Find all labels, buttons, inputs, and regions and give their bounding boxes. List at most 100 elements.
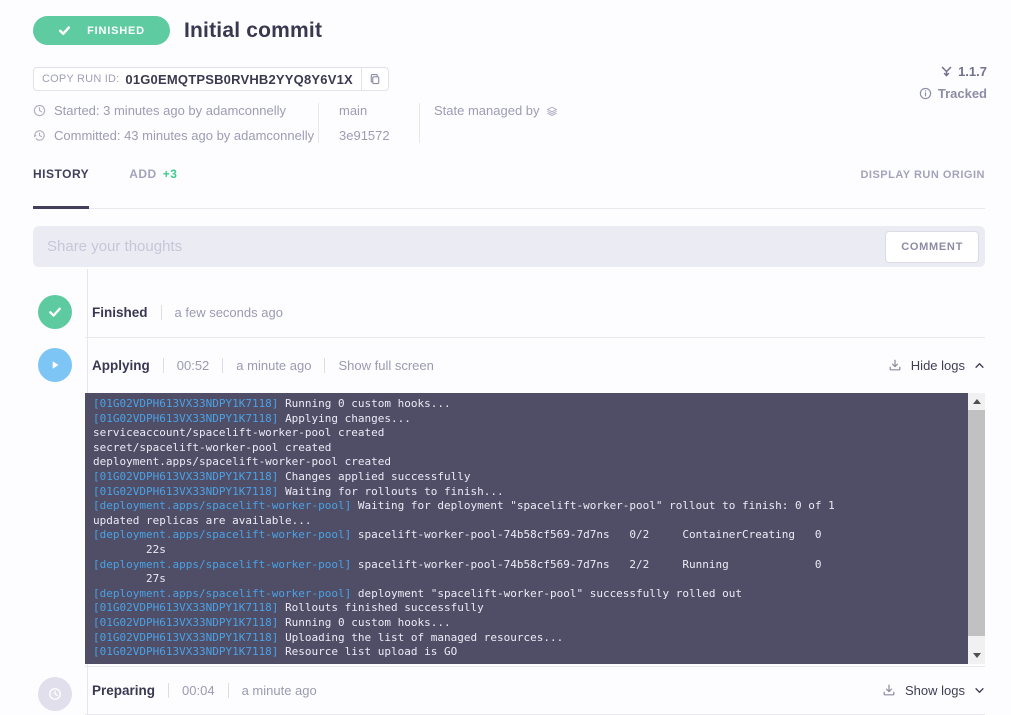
header: FINISHED Initial commit: [33, 16, 985, 45]
chevron-down-icon: [974, 685, 985, 696]
log-line: [01G02VDPH613VX33NDPY1K7118] Waiting for…: [93, 485, 968, 500]
log-line: [01G02VDPH613VX33NDPY1K7118] Resource li…: [93, 645, 968, 660]
log-line-prefix: [01G02VDPH613VX33NDPY1K7118]: [93, 485, 285, 498]
version-label: 1.1.7: [958, 64, 987, 79]
started-meta: Started: 3 minutes ago by adamconnelly: [33, 103, 318, 118]
tab-add-label: ADD: [129, 167, 157, 208]
log-line-prefix: [01G02VDPH613VX33NDPY1K7118]: [93, 412, 285, 425]
chevron-up-icon: [974, 360, 985, 371]
log-line: secret/spacelift-worker-pool created: [93, 441, 968, 456]
status-badge: FINISHED: [33, 16, 170, 45]
download-logs-icon: [888, 358, 902, 372]
preparing-time-ago: a minute ago: [242, 683, 317, 698]
version-info: 1.1.7: [940, 64, 987, 79]
log-line-prefix: [deployment.apps/spacelift-worker-pool]: [93, 587, 358, 600]
log-line: [01G02VDPH613VX33NDPY1K7118] Uploading t…: [93, 631, 968, 646]
comment-input[interactable]: [47, 238, 875, 255]
copy-icon: [369, 73, 381, 85]
log-line: [deployment.apps/spacelift-worker-pool] …: [93, 499, 968, 528]
log-line-text: deployment "spacelift-worker-pool" succe…: [358, 587, 742, 600]
log-line-text: Running 0 custom hooks...: [285, 397, 451, 410]
applying-label: Applying: [92, 358, 150, 373]
check-icon: [58, 24, 71, 37]
timeline-entry-finished: Finished a few seconds ago: [33, 267, 985, 329]
timeline-entry-applying: Applying 00:52 a minute ago Show full sc…: [33, 337, 985, 666]
log-line: [01G02VDPH613VX33NDPY1K7118] Rollouts fi…: [93, 601, 968, 616]
header-right: 1.1.7 Tracked: [919, 64, 987, 101]
finished-time-ago: a few seconds ago: [175, 305, 283, 320]
tab-history[interactable]: HISTORY: [33, 167, 89, 208]
log-lines[interactable]: [01G02VDPH613VX33NDPY1K7118] Running 0 c…: [85, 393, 968, 664]
applying-time-ago: a minute ago: [236, 358, 311, 373]
run-page: FINISHED Initial commit 1.1.7 Tracked CO…: [0, 0, 1011, 715]
version-branch-icon: [940, 65, 953, 78]
log-line: serviceaccount/spacelift-worker-pool cre…: [93, 426, 968, 441]
log-line-prefix: [deployment.apps/spacelift-worker-pool]: [93, 558, 358, 571]
log-line-text: Applying changes...: [285, 412, 411, 425]
log-line-prefix: [01G02VDPH613VX33NDPY1K7118]: [93, 397, 285, 410]
log-viewer: [01G02VDPH613VX33NDPY1K7118] Running 0 c…: [85, 393, 985, 664]
info-icon: [919, 87, 932, 100]
tab-add[interactable]: ADD +3: [129, 167, 177, 208]
preparing-status-icon: [38, 677, 72, 711]
display-run-origin-button[interactable]: DISPLAY RUN ORIGIN: [860, 167, 985, 181]
applying-status-icon[interactable]: [38, 348, 72, 382]
finished-status-icon: [38, 295, 72, 329]
hide-logs-button[interactable]: Hide logs: [888, 358, 985, 373]
log-line-prefix: [01G02VDPH613VX33NDPY1K7118]: [93, 616, 285, 629]
log-line-prefix: [deployment.apps/spacelift-worker-pool]: [93, 499, 358, 512]
show-full-screen-link[interactable]: Show full screen: [338, 358, 433, 373]
hide-logs-label: Hide logs: [911, 358, 965, 373]
log-line-text: Waiting for rollouts to finish...: [285, 485, 504, 498]
started-label: Started: 3 minutes ago by adamconnelly: [54, 103, 286, 118]
tracked-info: Tracked: [919, 86, 987, 101]
preparing-duration: 00:04: [182, 683, 215, 698]
show-logs-button[interactable]: Show logs: [882, 683, 985, 698]
log-line-prefix: [01G02VDPH613VX33NDPY1K7118]: [93, 631, 285, 644]
finished-label: Finished: [92, 305, 148, 320]
scrollbar-track[interactable]: [968, 410, 985, 647]
committed-meta: Committed: 43 minutes ago by adamconnell…: [33, 128, 318, 143]
log-line-prefix: [deployment.apps/spacelift-worker-pool]: [93, 528, 358, 541]
log-line-text: Changes applied successfully: [285, 470, 470, 483]
log-line: [01G02VDPH613VX33NDPY1K7118] Changes app…: [93, 470, 968, 485]
scrollbar-down-arrow[interactable]: [968, 647, 985, 664]
log-line: [01G02VDPH613VX33NDPY1K7118] Running 0 c…: [93, 397, 968, 412]
commit-sha: 3e91572: [339, 128, 399, 143]
spacelift-state-icon: [546, 105, 558, 117]
log-line-text: deployment.apps/spacelift-worker-pool cr…: [93, 455, 391, 468]
run-id-label: COPY RUN ID:: [42, 73, 119, 85]
copy-run-id-button[interactable]: [361, 68, 388, 90]
tabs: HISTORY ADD +3 DISPLAY RUN ORIGIN: [33, 167, 985, 209]
preparing-label: Preparing: [92, 683, 155, 698]
applying-duration: 00:52: [177, 358, 210, 373]
history-clock-icon: [33, 129, 46, 142]
comment-button[interactable]: COMMENT: [885, 231, 979, 263]
log-line-prefix: [01G02VDPH613VX33NDPY1K7118]: [93, 601, 285, 614]
meta-state: State managed by: [420, 103, 558, 143]
log-line-text: secret/spacelift-worker-pool created: [93, 441, 331, 454]
run-id-box: COPY RUN ID: 01G0EMQTPSB0RVHB2YYQ8Y6V1X: [33, 67, 389, 91]
log-line: [deployment.apps/spacelift-worker-pool] …: [93, 558, 968, 587]
scrollbar-up-arrow[interactable]: [968, 393, 985, 410]
run-id-row: COPY RUN ID: 01G0EMQTPSB0RVHB2YYQ8Y6V1X: [33, 67, 985, 91]
log-line: [01G02VDPH613VX33NDPY1K7118] Running 0 c…: [93, 616, 968, 631]
log-line-text: Running 0 custom hooks...: [285, 616, 451, 629]
run-meta: Started: 3 minutes ago by adamconnelly C…: [33, 103, 985, 143]
meta-times: Started: 3 minutes ago by adamconnelly C…: [33, 103, 318, 143]
scrollbar-thumb[interactable]: [968, 410, 985, 636]
committed-label: Committed: 43 minutes ago by adamconnell…: [54, 128, 314, 143]
page-title: Initial commit: [184, 19, 322, 43]
log-line-text: Rollouts finished successfully: [285, 601, 484, 614]
timeline-entry-preparing: Preparing 00:04 a minute ago Show logs: [33, 666, 985, 715]
log-line-prefix: [01G02VDPH613VX33NDPY1K7118]: [93, 470, 285, 483]
branch-name: main: [339, 103, 399, 118]
download-logs-icon: [882, 683, 896, 697]
run-timeline: Finished a few seconds ago Applying 00:5…: [33, 267, 985, 715]
log-line: [01G02VDPH613VX33NDPY1K7118] Applying ch…: [93, 412, 968, 427]
show-logs-label: Show logs: [905, 683, 965, 698]
log-line: [deployment.apps/spacelift-worker-pool] …: [93, 587, 968, 602]
tab-add-count: +3: [163, 167, 178, 208]
log-scrollbar[interactable]: [968, 393, 985, 664]
run-id-value: 01G0EMQTPSB0RVHB2YYQ8Y6V1X: [125, 72, 353, 87]
